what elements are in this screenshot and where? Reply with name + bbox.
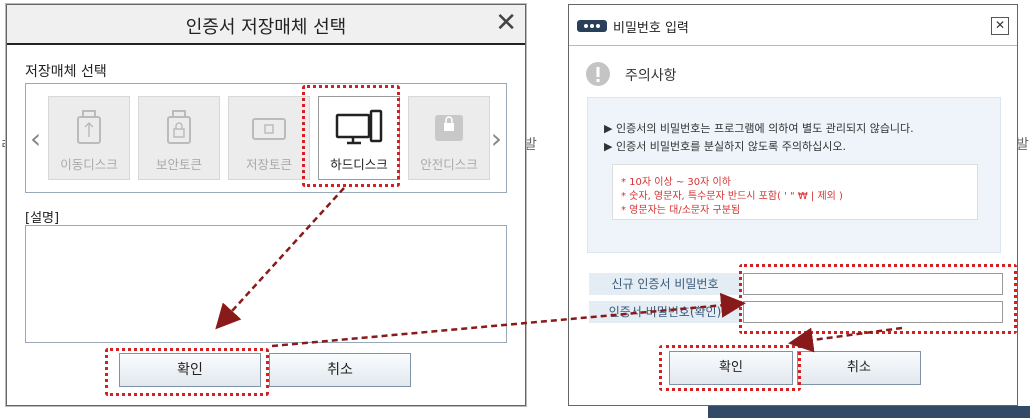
media-tile-label: 안전디스크 [420, 157, 478, 172]
media-tile-label: 저장토큰 [245, 157, 292, 172]
storage-token-icon [252, 118, 286, 140]
dialog-title: 인증서 저장매체 선택 [185, 17, 347, 38]
highlight-hard-disk [302, 85, 400, 187]
close-icon[interactable]: ✕ [991, 17, 1009, 35]
dialog-titlebar: 비밀번호 입력 ✕ [569, 5, 1017, 46]
warning-icon [586, 62, 610, 86]
usb-drive-icon [77, 110, 101, 144]
highlight-password-inputs [739, 264, 1017, 334]
description-box [25, 225, 507, 343]
media-selector: ‹ › 이동디스크 보안토큰 저장토큰 하드디스크 안전디스크 [25, 83, 507, 193]
confirm-password-label: 인증서 비밀번호(확인) [589, 301, 741, 323]
chevron-left-icon[interactable]: ‹ [30, 122, 41, 155]
section-label: 저장매체 선택 [25, 64, 107, 80]
dialog-titlebar: 인증서 저장매체 선택 ✕ [7, 5, 525, 45]
cancel-button[interactable]: 취소 [797, 351, 921, 385]
description-label: [설명] [25, 211, 60, 226]
rule-line: * 숫자, 영문자, 특수문자 반드시 포함( ' " ₩ | 제외 ) [621, 191, 843, 202]
secure-disk-icon [435, 115, 463, 141]
media-tile-security-token[interactable]: 보안토큰 [138, 96, 220, 180]
cancel-button[interactable]: 취소 [269, 353, 411, 387]
notice-title: 주의사항 [625, 68, 677, 84]
highlight-ok-button [659, 345, 801, 391]
security-token-icon [167, 110, 191, 144]
dialog-title: 비밀번호 입력 [613, 21, 689, 36]
password-icon [577, 20, 607, 32]
chevron-right-icon[interactable]: › [491, 122, 502, 155]
media-tile-label: 이동디스크 [60, 157, 118, 172]
storage-media-dialog: 인증서 저장매체 선택 ✕ 저장매체 선택 ‹ › 이동디스크 보안토큰 저장토… [6, 4, 526, 406]
password-dialog: 비밀번호 입력 ✕ 주의사항 ▶ 인증서의 비밀번호는 프로그램에 의하여 별도… [568, 4, 1018, 406]
background-footer [708, 406, 1030, 418]
new-password-label: 신규 인증서 비밀번호 [589, 273, 741, 295]
highlight-ok-button [105, 348, 269, 396]
media-tile-label: 보안토큰 [155, 157, 202, 172]
media-tile-removable-disk[interactable]: 이동디스크 [48, 96, 130, 180]
password-rules-box: * 10자 이상 ~ 30자 이하 * 숫자, 영문자, 특수문자 반드시 포함… [612, 164, 978, 220]
media-tile-storage-token[interactable]: 저장토큰 [228, 96, 310, 180]
notice-box: ▶ 인증서의 비밀번호는 프로그램에 의하여 별도 관리되지 않습니다. ▶ 인… [587, 97, 1001, 253]
notice-line: ▶ 인증서 비밀번호를 분실하지 않도록 주의하십시오. [604, 140, 846, 153]
notice-line: ▶ 인증서의 비밀번호는 프로그램에 의하여 별도 관리되지 않습니다. [604, 122, 914, 135]
rule-line: * 10자 이상 ~ 30자 이하 [621, 177, 731, 188]
rule-line: * 영문자는 대/소문자 구분됨 [621, 205, 741, 216]
media-tile-secure-disk[interactable]: 안전디스크 [408, 96, 490, 180]
close-icon[interactable]: ✕ [495, 9, 517, 37]
